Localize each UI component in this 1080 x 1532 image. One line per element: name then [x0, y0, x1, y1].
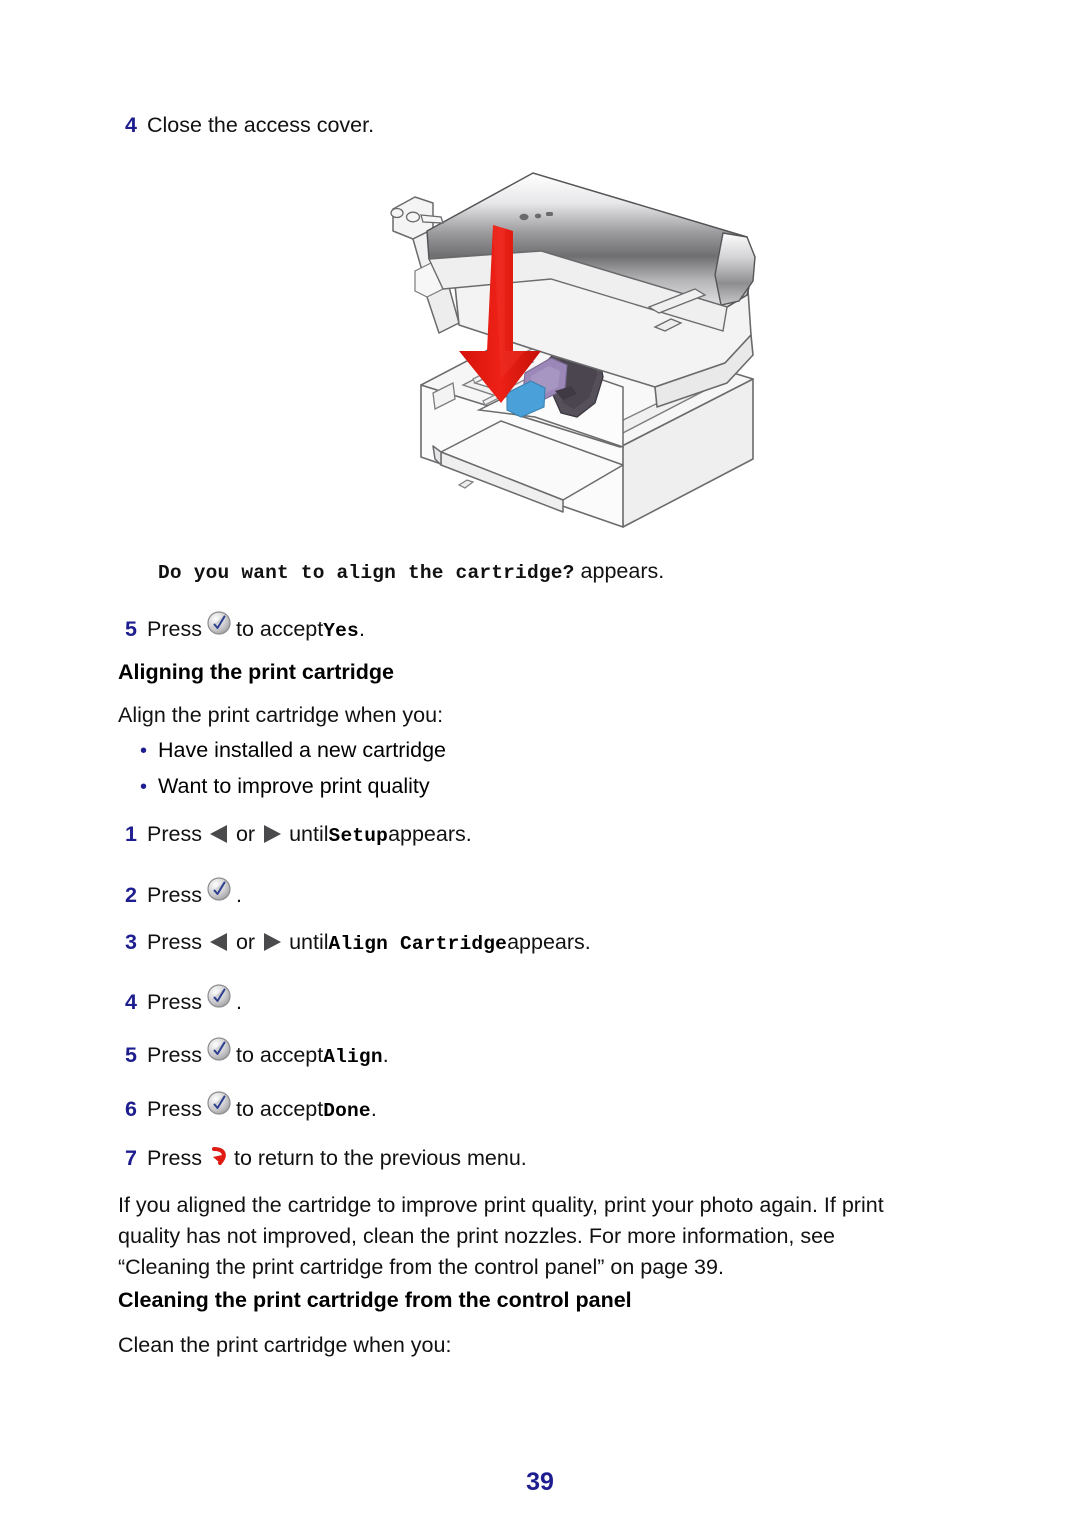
lcd-message-suffix: appears. [574, 559, 665, 583]
back-button-icon [206, 1144, 230, 1172]
align-step-6: 6 Press to accept Done . [125, 1090, 377, 1125]
step-text-after: until [289, 822, 329, 846]
page-number: 39 [526, 1468, 554, 1496]
step-number: 4 [125, 113, 137, 137]
step-text-after: until [289, 930, 329, 954]
select-button-icon [206, 1036, 232, 1069]
step-text-trailing: . [235, 990, 242, 1014]
align-step-3: 3 Press or until Align Cartridge appears… [125, 928, 591, 958]
step-number: 4 [125, 990, 137, 1014]
step-text-between: or [235, 822, 256, 846]
step-text-trailing: appears. [388, 822, 472, 846]
step-number: 5 [125, 617, 137, 641]
step-text-trailing: . [358, 617, 365, 641]
left-arrow-icon [206, 928, 232, 956]
step-text-before: Press [147, 930, 202, 954]
step-text-after: to accept [235, 1043, 324, 1067]
lcd-value: Done [323, 1100, 371, 1122]
step-text-before: Press [147, 1146, 202, 1170]
align-step-2: 2 Press . [125, 876, 242, 909]
step-text-trailing: . [235, 883, 242, 907]
document-page: 4 Close the access cover. Do you want to… [0, 0, 1080, 1532]
step-text-after: to accept [235, 1097, 324, 1121]
printer-illustration [355, 155, 775, 545]
step-text-trailing: . [370, 1097, 377, 1121]
step-text-before: Press [147, 1097, 202, 1121]
step-text-before: Press [147, 883, 202, 907]
bullet-icon: • [140, 776, 148, 798]
step-text-trailing: . [382, 1043, 389, 1067]
right-arrow-icon [259, 928, 285, 956]
lcd-value: Align [323, 1046, 383, 1068]
align-step-1: 1 Press or until Setup appears. [125, 820, 472, 850]
list-item-label: Have installed a new cartridge [158, 738, 447, 762]
lcd-value: Align Cartridge [328, 933, 508, 955]
step-text-between: or [235, 930, 256, 954]
step-text-before: Press [147, 1043, 202, 1067]
clean-intro-text: Clean the print cartridge when you: [118, 1333, 452, 1357]
step-text-after: to return to the previous menu. [233, 1146, 527, 1170]
select-button-icon [206, 983, 232, 1016]
closing-paragraph: If you aligned the cartridge to improve … [118, 1190, 998, 1283]
list-item: • Want to improve print quality [140, 772, 430, 801]
select-button-icon [206, 1090, 232, 1123]
align-step-5: 5 Press to accept Align . [125, 1036, 389, 1071]
lcd-value: Yes [323, 620, 359, 642]
step-number: 3 [125, 930, 137, 954]
closing-paragraph-line-1: If you aligned the cartridge to improve … [118, 1193, 884, 1217]
step-text: Close the access cover. [147, 113, 375, 137]
list-item: • Have installed a new cartridge [140, 736, 446, 765]
display-prompt-line: Do you want to align the cartridge? appe… [158, 556, 664, 589]
select-button-icon [206, 876, 232, 909]
align-step-4: 4 Press . [125, 983, 242, 1016]
align-step-7: 7 Press to return to the previous menu. [125, 1144, 527, 1172]
left-arrow-icon [206, 820, 232, 848]
step-text-before: Press [147, 990, 202, 1014]
step-number: 7 [125, 1146, 137, 1170]
align-intro-text: Align the print cartridge when you: [118, 703, 444, 727]
lcd-value: Setup [328, 825, 389, 847]
bullet-icon: • [140, 740, 148, 762]
select-button-icon [206, 610, 232, 643]
step-number: 6 [125, 1097, 137, 1121]
step-text-trailing: appears. [507, 930, 591, 954]
step-number: 2 [125, 883, 137, 907]
step-text-before: Press [147, 617, 202, 641]
section-heading-cleaning: Cleaning the print cartridge from the co… [118, 1288, 632, 1312]
closing-paragraph-line-2: quality has not improved, clean the prin… [118, 1224, 836, 1248]
section-heading-aligning: Aligning the print cartridge [118, 660, 394, 684]
step-text-after: to accept [235, 617, 324, 641]
closing-paragraph-line-3: “Cleaning the print cartridge from the c… [118, 1255, 724, 1279]
list-item-label: Want to improve print quality [158, 774, 430, 798]
step-number: 1 [125, 822, 137, 846]
step-4-close-access-cover: 4 Close the access cover. [125, 111, 374, 139]
lcd-message-text: Do you want to align the cartridge? [158, 562, 575, 584]
step-text-before: Press [147, 822, 202, 846]
step-number: 5 [125, 1043, 137, 1067]
right-arrow-icon [259, 820, 285, 848]
step-5-accept-yes: 5 Press to accept Yes . [125, 610, 365, 645]
